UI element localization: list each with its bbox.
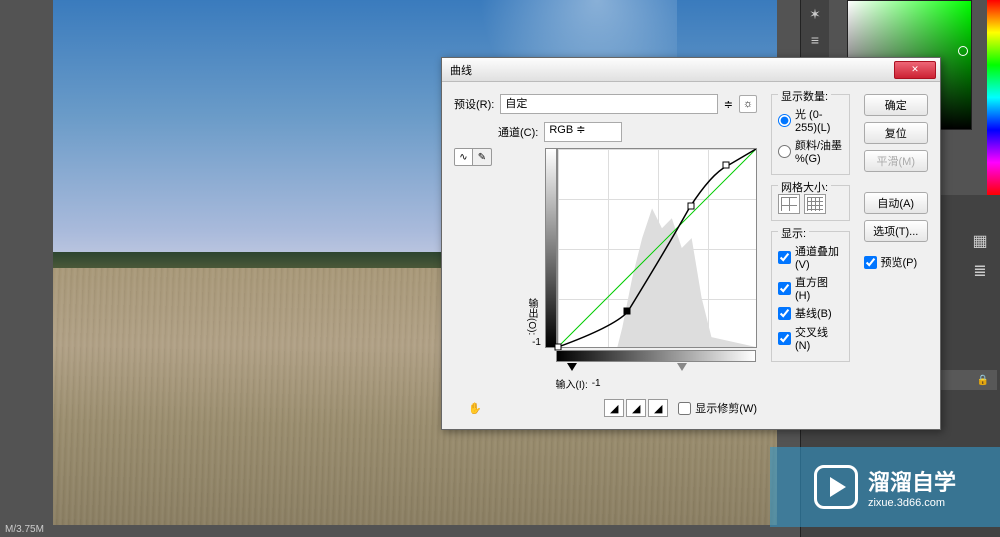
preview-checkbox[interactable]: 预览(P) [864,254,928,270]
status-bar: M/3.75M [0,522,49,537]
curves-overlay [558,149,756,347]
curve-point[interactable] [624,308,631,315]
watermark-title: 溜溜自学 [868,465,956,497]
history-icon[interactable]: ≣ [964,257,996,285]
eyedroppers: ◢ ◢ ◢ [604,399,668,417]
output-value: -1 [532,337,541,348]
white-point-slider[interactable] [677,363,687,371]
color-selector-ring[interactable] [958,46,968,56]
lock-icon[interactable]: 🔒 [977,375,989,386]
curve-point[interactable] [687,203,694,210]
channel-label: 通道(C): [498,124,538,140]
curves-dialog: 曲线 ✕ 预设(R): 自定 ≑ ☼ 通道(C): RGB ≑ ∿ ✎ [441,57,941,430]
display-amount-title: 显示数量: [778,88,831,104]
sliders-icon[interactable]: ≡ [803,28,827,52]
preset-gear-button[interactable]: ☼ [739,95,757,113]
auto-button[interactable]: 自动(A) [864,192,928,214]
baseline-checkbox[interactable]: 基线(B) [778,305,843,321]
input-value: -1 [592,378,601,389]
curve-pencil-icon[interactable]: ✎ [473,149,491,165]
curve-point[interactable] [723,161,730,168]
hand-tool-icon[interactable]: ✋ [464,399,486,417]
channel-select[interactable]: RGB ≑ [544,122,622,142]
collapsed-panels: ▦ ≣ [960,225,1000,287]
gray-eyedropper[interactable]: ◢ [626,399,646,417]
show-group: 显示: 通道叠加(V) 直方图(H) 基线(B) 交叉线(N) [771,231,850,362]
smooth-button: 平滑(M) [864,150,928,172]
show-clipping-input[interactable] [678,402,691,415]
layers-icon[interactable]: ▦ [964,227,996,255]
input-axis-label: 输入(I): [556,376,588,391]
grid-small-button[interactable] [804,194,826,214]
curve-graph[interactable] [557,148,757,348]
grid-size-title: 网格大小: [778,179,831,195]
white-eyedropper[interactable]: ◢ [648,399,668,417]
grid-size-group: 网格大小: [771,185,850,221]
watermark: 溜溜自学 zixue.3d66.com [770,447,1000,527]
input-gradient[interactable] [556,350,756,362]
output-axis-label: 输出(O): [524,298,541,335]
light-radio[interactable]: 光 (0-255)(L) [778,106,843,134]
dialog-title: 曲线 [446,62,894,78]
output-gradient [545,148,557,348]
dialog-titlebar[interactable]: 曲线 ✕ [442,58,940,82]
ink-radio[interactable]: 颜料/油墨 %(G) [778,137,843,165]
curve-mode-toggle[interactable]: ∿ ✎ [454,148,492,166]
grid-large-button[interactable] [778,194,800,214]
preset-select[interactable]: 自定 [500,94,717,114]
reset-button[interactable]: 复位 [864,122,928,144]
options-button[interactable]: 选项(T)... [864,220,928,242]
sparkle-icon[interactable]: ✶ [803,2,827,26]
preset-label: 预设(R): [454,96,494,112]
crossline-checkbox[interactable]: 交叉线(N) [778,324,843,352]
curve-points-icon[interactable]: ∿ [455,149,473,165]
watermark-url: zixue.3d66.com [868,497,956,509]
black-eyedropper[interactable]: ◢ [604,399,624,417]
play-icon [814,465,858,509]
display-amount-group: 显示数量: 光 (0-255)(L) 颜料/油墨 %(G) [771,94,850,175]
hue-strip[interactable] [987,0,1000,195]
show-clipping-checkbox[interactable]: 显示修剪(W) [678,400,757,416]
show-title: 显示: [778,225,809,241]
histogram-checkbox[interactable]: 直方图(H) [778,274,843,302]
channel-overlay-checkbox[interactable]: 通道叠加(V) [778,243,843,271]
close-button[interactable]: ✕ [894,61,936,79]
ok-button[interactable]: 确定 [864,94,928,116]
black-point-slider[interactable] [567,363,577,371]
